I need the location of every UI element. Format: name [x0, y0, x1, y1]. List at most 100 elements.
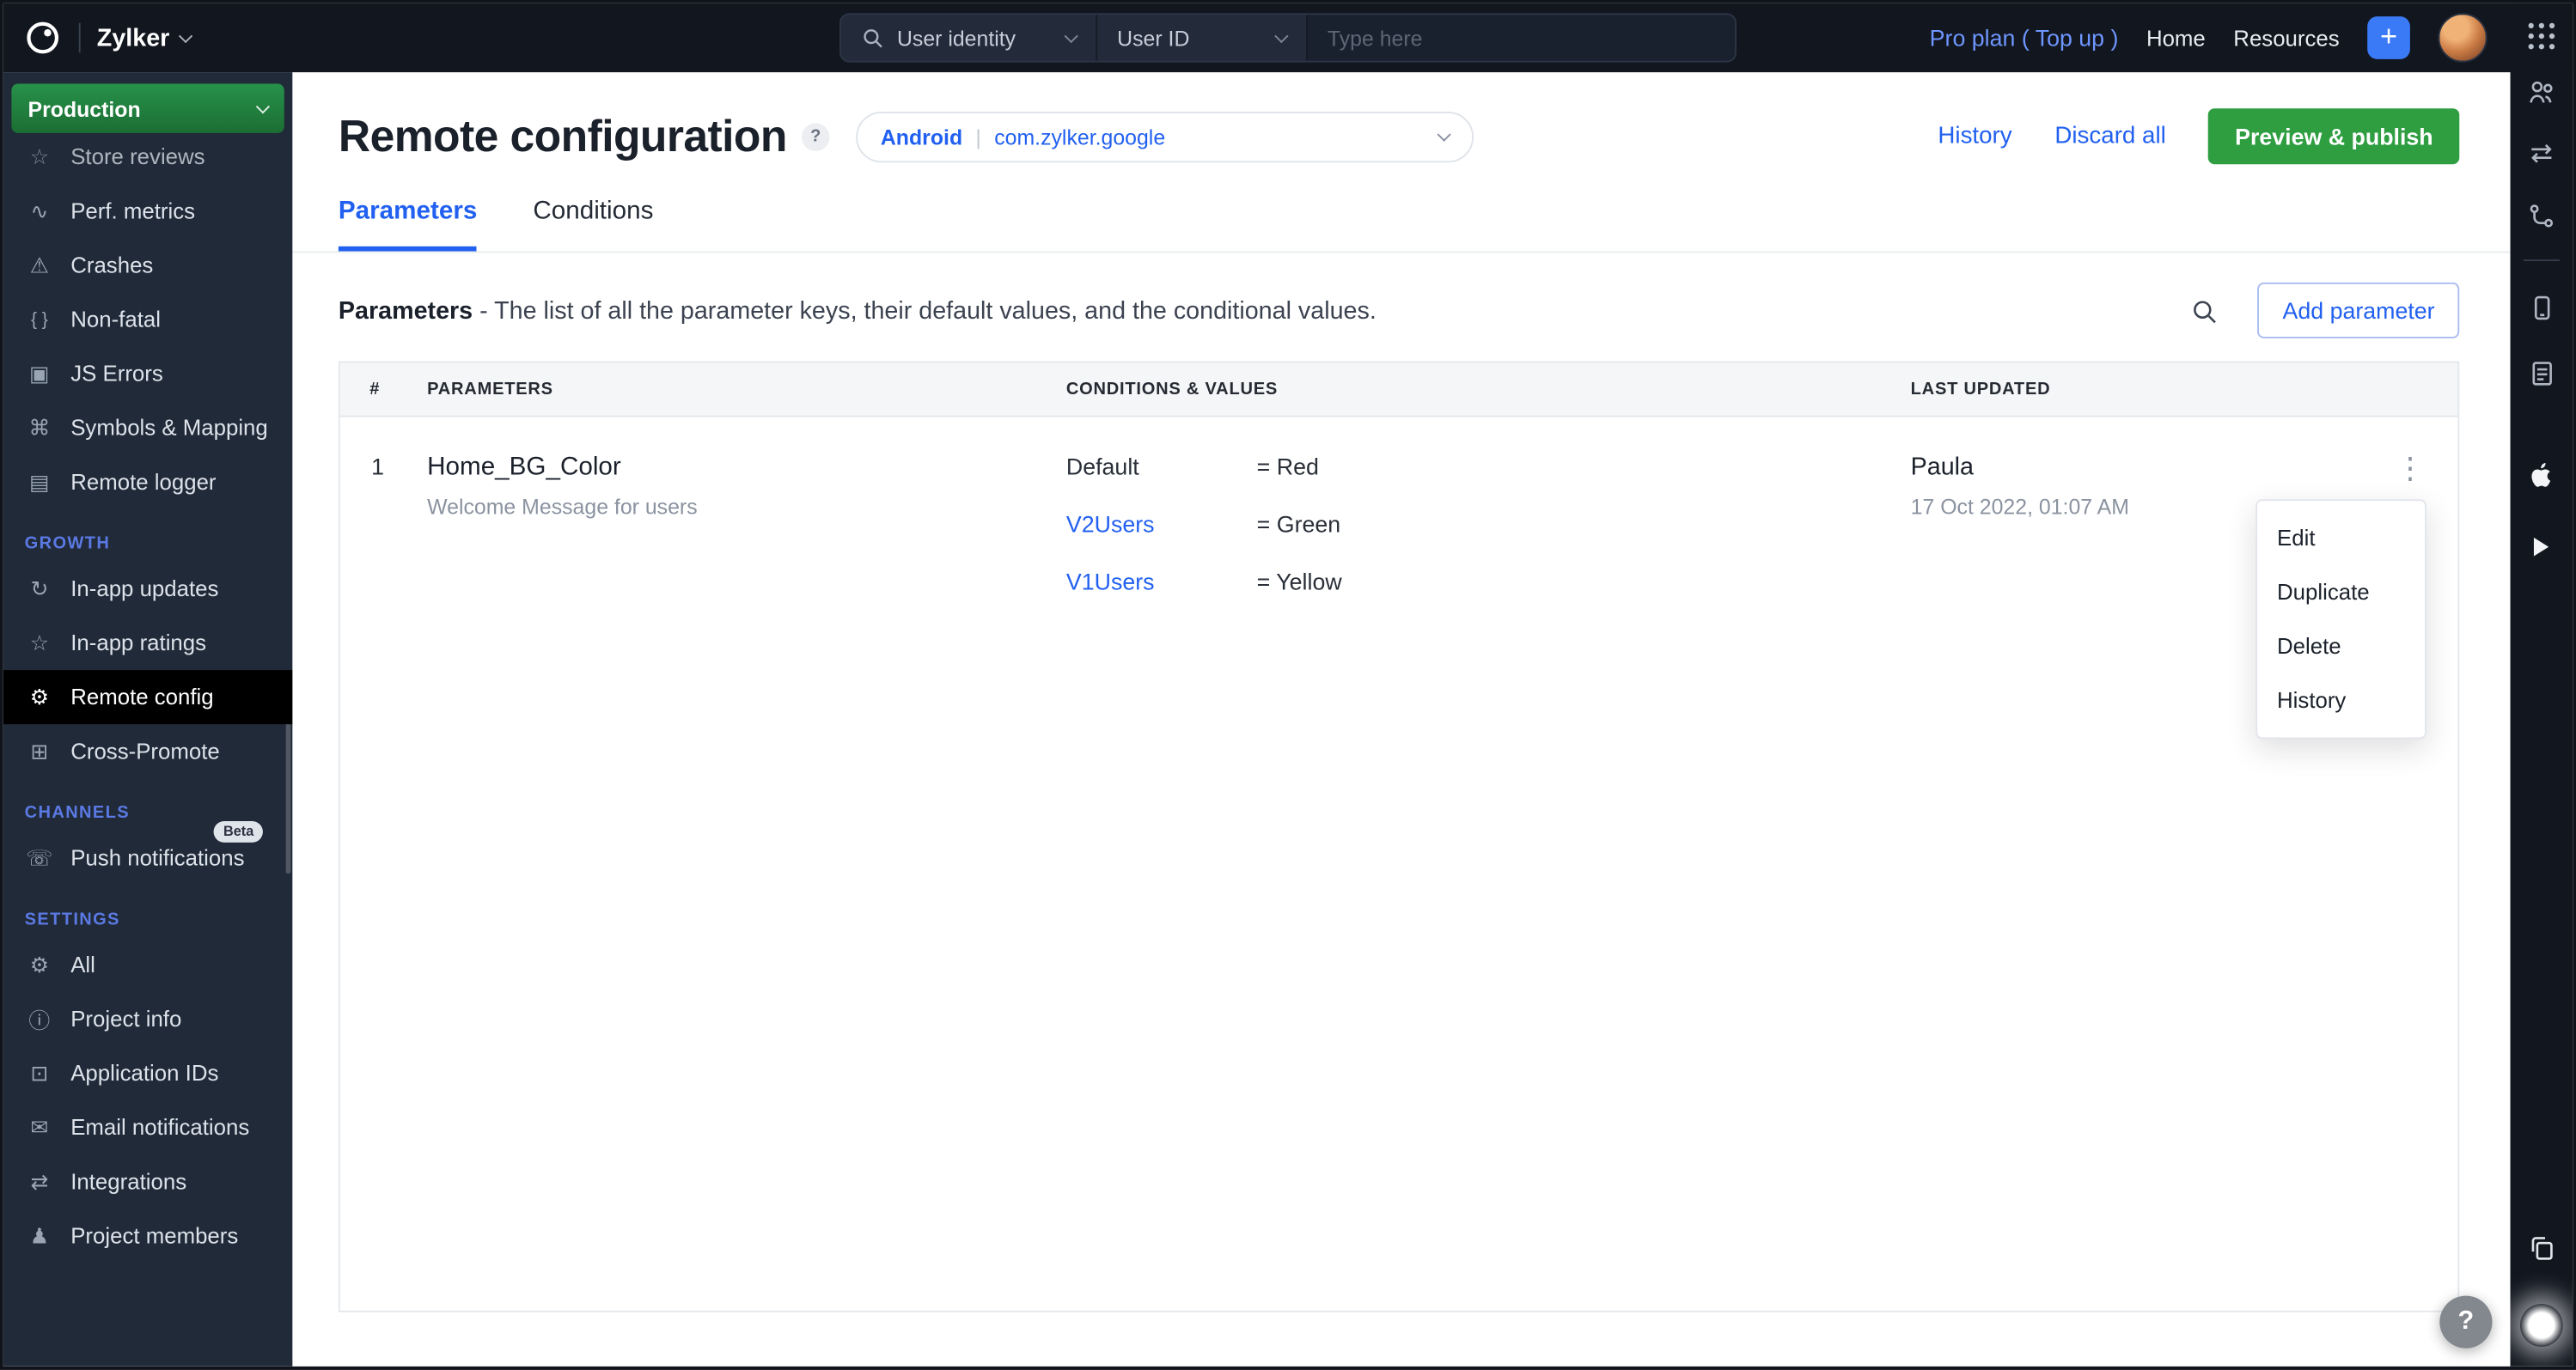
sidebar-item-label: Symbols & Mapping [70, 415, 268, 441]
sidebar-item-label: Cross-Promote [70, 739, 220, 764]
preview-publish-button[interactable]: Preview & publish [2208, 108, 2460, 165]
sidebar-item-in-app-updates[interactable]: ↻ In-app updates [3, 562, 293, 616]
tab-conditions[interactable]: Conditions [533, 197, 653, 251]
discard-all-link[interactable]: Discard all [2054, 123, 2165, 149]
column-header-conditions: CONDITIONS & VALUES [1065, 379, 1279, 399]
apple-logo-icon[interactable] [2528, 460, 2556, 490]
parameter-name: Home_BG_Color [427, 453, 621, 482]
search-input[interactable] [1307, 15, 1736, 61]
workflow-icon[interactable] [2526, 200, 2557, 231]
sidebar-item-project-info[interactable]: ⓘ Project info [3, 992, 293, 1046]
resources-link[interactable]: Resources [2233, 26, 2339, 51]
updated-by: Paula [1910, 453, 1975, 482]
app-selector[interactable]: Android | com.zylker.google [856, 111, 1474, 162]
sidebar-item-email-notifications[interactable]: ✉ Email notifications [3, 1100, 293, 1154]
add-parameter-button[interactable]: Add parameter [2257, 282, 2460, 338]
sidebar-item-crashes[interactable]: ⚠ Crashes [3, 238, 293, 292]
topbar-right: Pro plan ( Top up ) Home Resources + [1930, 13, 2487, 63]
column-header-updated: LAST UPDATED [1910, 379, 2051, 399]
condition-label-v2users[interactable]: V2Users [1066, 511, 1257, 538]
row-index: 1 [371, 453, 385, 480]
main-content: Remote configuration ? Android | com.zyl… [292, 72, 2511, 1367]
sidebar-item-label: JS Errors [70, 361, 163, 387]
environment-selector[interactable]: Production [11, 83, 284, 133]
org-switcher[interactable]: Zylker [96, 23, 193, 52]
menu-item-delete[interactable]: Delete [2257, 619, 2425, 673]
sidebar-item-remote-logger[interactable]: ▤ Remote logger [3, 455, 293, 509]
sidebar-item-push-notifications[interactable]: ☏ Push notifications Beta [3, 821, 293, 885]
sidebar-item-cross-promote[interactable]: ⊞ Cross-Promote [3, 724, 293, 778]
cross-promote-icon: ⊞ [30, 738, 49, 764]
menu-item-duplicate[interactable]: Duplicate [2257, 565, 2425, 619]
sidebar-item-label: Store reviews [70, 144, 205, 169]
condition-label-v1users[interactable]: V1Users [1066, 569, 1257, 595]
sidebar-item-perf-metrics[interactable]: ∿ Perf. metrics [3, 184, 293, 238]
menu-item-edit[interactable]: Edit [2257, 511, 2425, 565]
menu-item-history[interactable]: History [2257, 673, 2425, 728]
sidebar-item-application-ids[interactable]: ⊡ Application IDs [3, 1046, 293, 1100]
mobile-device-icon[interactable] [2526, 292, 2557, 323]
search-scope-field-select[interactable]: User identity [841, 15, 1098, 61]
page-title: Remote configuration [338, 111, 788, 161]
sidebar-item-integrations[interactable]: ⇄ Integrations [3, 1154, 293, 1209]
history-link[interactable]: History [1938, 123, 2011, 149]
gear-icon: ⚙ [29, 952, 50, 977]
sidebar-item-symbols-mapping[interactable]: ⌘ Symbols & Mapping [3, 401, 293, 455]
google-play-icon[interactable] [2529, 532, 2555, 561]
sidebar-item-label: Perf. metrics [70, 198, 196, 224]
sidebar-item-label: Non-fatal [70, 307, 161, 332]
parameters-table: # PARAMETERS CONDITIONS & VALUES LAST UP… [338, 361, 2460, 1312]
sidebar-item-label: All [70, 952, 95, 977]
pro-plan-link[interactable]: Pro plan [1930, 25, 2016, 52]
sidebar-item-all-settings[interactable]: ⚙ All [3, 938, 293, 992]
sidebar-item-remote-config[interactable]: ⚙ Remote config [3, 670, 293, 725]
org-name: Zylker [96, 23, 170, 52]
create-new-button[interactable]: + [2367, 16, 2410, 59]
app-window: Zylker User identity User ID Type here P… [0, 0, 2576, 1370]
list-description: Parameters - The list of all the paramet… [339, 296, 1377, 325]
list-tools: Add parameter [2190, 282, 2460, 338]
table-search-button[interactable] [2190, 296, 2219, 325]
tab-parameters[interactable]: Parameters [338, 197, 478, 252]
condition-value: = Yellow [1256, 568, 1342, 595]
push-notifications-icon: ☏ [26, 844, 53, 870]
help-fab[interactable]: ? [2439, 1295, 2493, 1349]
document-list-icon[interactable] [2526, 358, 2557, 389]
transfer-arrows-icon[interactable] [2526, 138, 2557, 169]
chevron-down-icon [1437, 126, 1451, 141]
copy-pages-icon[interactable] [2526, 1232, 2557, 1263]
column-header-index: # [369, 379, 381, 399]
search-icon [2190, 296, 2219, 325]
project-info-icon: ⓘ [28, 1008, 51, 1033]
search-scope-field-value: User identity [896, 25, 1016, 51]
section-label-channels: CHANNELS [24, 802, 130, 823]
sidebar-item-js-errors[interactable]: ▣ JS Errors [3, 346, 293, 400]
condition-row: V1Users = Yellow [1066, 569, 1911, 595]
sidebar-item-store-reviews[interactable]: ☆ Store reviews [3, 130, 293, 184]
zylker-logo-icon [23, 18, 63, 58]
sidebar-nav: ☆ Store reviews ∿ Perf. metrics ⚠ Crashe… [3, 130, 293, 1263]
chevron-down-icon [179, 27, 193, 43]
users-icon[interactable] [2526, 76, 2557, 107]
remote-logger-icon: ▤ [29, 468, 50, 494]
condition-row: Default = Red [1066, 454, 1911, 480]
topup-link[interactable]: ( Top up ) [2022, 25, 2119, 52]
help-icon[interactable]: ? [802, 122, 830, 150]
table-row: 1 Home_BG_Color Welcome Message for user… [340, 417, 2458, 626]
list-heading: Parameters [338, 296, 473, 325]
column-header-parameters: PARAMETERS [427, 379, 553, 399]
integrations-icon: ⇄ [30, 1168, 49, 1194]
row-menu-button[interactable]: ⋮ [2389, 450, 2432, 486]
in-app-ratings-icon: ☆ [29, 630, 50, 655]
sidebar-item-label: Push notifications [70, 845, 245, 871]
user-avatar[interactable] [2438, 13, 2487, 63]
right-toolbar [2510, 3, 2573, 1367]
home-link[interactable]: Home [2146, 26, 2206, 51]
sidebar-item-project-members[interactable]: ♟ Project members [3, 1209, 293, 1263]
sidebar-item-non-fatal[interactable]: { } Non-fatal [3, 292, 293, 346]
parameter-description: Welcome Message for users [427, 494, 698, 520]
sidebar-item-in-app-ratings[interactable]: ☆ In-app ratings [3, 616, 293, 670]
search-scope-value-select[interactable]: User ID [1097, 15, 1308, 61]
store-reviews-icon: ☆ [29, 143, 50, 168]
apps-grid-icon[interactable] [2525, 20, 2558, 52]
